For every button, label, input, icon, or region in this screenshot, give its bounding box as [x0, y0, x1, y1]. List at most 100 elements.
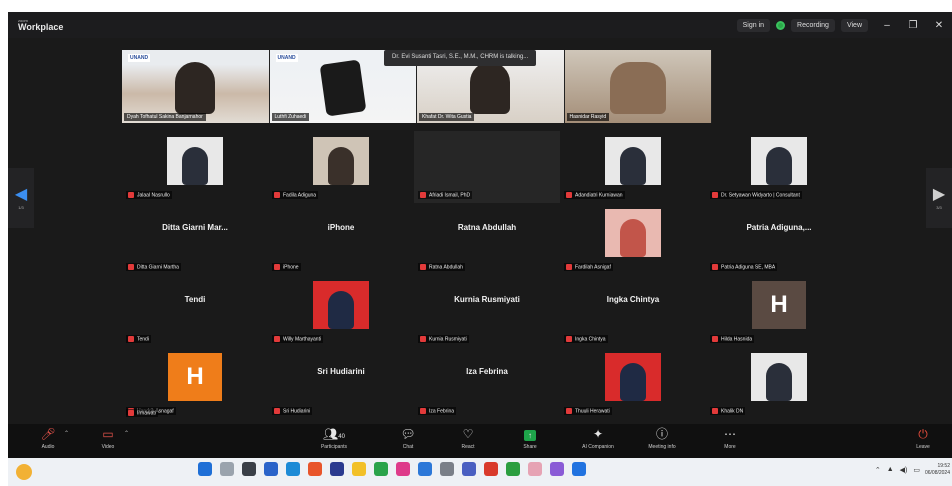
participants-icon: 👥︎40 [323, 427, 345, 441]
minimize-button[interactable]: – [874, 20, 900, 31]
participant-name: Luthfi Zuhaedi [271, 113, 310, 121]
more-button[interactable]: ⋯ More [700, 427, 760, 450]
task-view-icon[interactable] [242, 462, 256, 476]
search-icon[interactable] [220, 462, 234, 476]
participant-tile[interactable]: Ratna Abdullah Ratna Abdullah [414, 203, 560, 275]
app-icon[interactable] [572, 462, 586, 476]
participant-display-name: Ditta Giarni Mar... [162, 223, 228, 232]
recording-indicator[interactable]: Recording [791, 18, 835, 32]
edge-icon[interactable] [286, 462, 300, 476]
participant-tile[interactable]: Afriadi Ismail, PhD [414, 131, 560, 203]
app-icon[interactable] [440, 462, 454, 476]
mic-muted-icon [420, 263, 426, 270]
participant-name-text: Thuuli Herawati [575, 408, 610, 414]
system-clock[interactable]: 19:52 06/08/2024 [925, 463, 950, 477]
participant-tile[interactable]: Ditta Giarni Mar... Ditta Giarni Martha [122, 203, 268, 275]
participant-tile[interactable]: Fardilah Asnigaf [560, 203, 706, 275]
participant-tile[interactable]: Willy Marthayanti [268, 275, 414, 347]
participant-tile[interactable]: iPhone iPhone [268, 203, 414, 275]
participant-tile[interactable]: Fadila Adiguna [268, 131, 414, 203]
participant-tile[interactable]: MIrmawati [122, 408, 268, 473]
share-button[interactable]: ↑ Share [500, 427, 560, 450]
participant-tile[interactable]: Tendi Tendi [122, 275, 268, 347]
mic-muted-icon [274, 335, 280, 342]
participants-button[interactable]: 👥︎40 Participants [304, 427, 364, 450]
participant-name-text: Irmawati [137, 410, 156, 416]
chevron-up-icon[interactable]: ⌃ [124, 430, 129, 437]
participant-tile[interactable]: Kurnia Rusmiyati Kurnia Rusmiyati [414, 275, 560, 347]
participant-name-text: Adandiatri Kurniawan [575, 192, 623, 198]
mic-muted-icon [566, 335, 572, 342]
participant-tile[interactable]: Dr. Setyawan Widyarto | Consultant [706, 131, 852, 203]
mic-muted-icon [420, 191, 426, 198]
participant-name: Thuuli Herawati [564, 406, 612, 415]
meeting-info-button[interactable]: ⓘ Meeting info [632, 427, 692, 450]
participant-tile[interactable]: Sri Hudiarini Sri Hudiarini [268, 347, 414, 419]
video-tile[interactable]: UNAND Dyah Tofhatul Sakina Banjarnahor [122, 50, 270, 123]
network-icon[interactable]: ▲ [887, 466, 894, 474]
volume-icon[interactable]: ◀) [900, 466, 908, 474]
app-icon[interactable] [506, 462, 520, 476]
participant-name: Adandiatri Kurniawan [564, 190, 625, 199]
participants-label: Participants [320, 444, 348, 450]
chevron-up-icon[interactable]: ⌃ [875, 466, 881, 474]
start-icon[interactable] [198, 462, 212, 476]
app-icon[interactable] [330, 462, 344, 476]
file-explorer-icon[interactable] [352, 462, 366, 476]
app-icon[interactable] [308, 462, 322, 476]
mic-muted-icon [712, 263, 718, 270]
participant-name-text: Ingka Chintya [575, 336, 606, 342]
app-icon[interactable] [528, 462, 542, 476]
leave-button[interactable]: ⏻ Leave [900, 427, 946, 450]
participant-tile[interactable]: Thuuli Herawati [560, 347, 706, 419]
zoom-icon[interactable] [418, 462, 432, 476]
participant-name: Irmawati [126, 408, 158, 417]
maximize-button[interactable]: ❐ [900, 20, 926, 31]
participant-tile[interactable]: H Hilda Hasnida [706, 275, 852, 347]
participant-name: Ratna Abdullah [418, 262, 465, 271]
react-icon: ♡ [462, 427, 474, 441]
os-taskbar: ⌃ ▲ ◀) ▭ 19:52 06/08/2024 [8, 458, 952, 486]
participant-tile[interactable]: Patria Adiguna,... Patria Adiguna SE, MBA [706, 203, 852, 275]
participant-name-text: Khalik DN [721, 408, 744, 414]
app-icon[interactable] [396, 462, 410, 476]
system-tray: ⌃ ▲ ◀) ▭ [875, 466, 920, 474]
battery-icon[interactable]: ▭ [913, 466, 920, 474]
participant-tile[interactable]: Jalaal Nasrullo [122, 131, 268, 203]
participant-name-text: Iza Febrina [429, 408, 455, 414]
participant-name: Iza Febrina [418, 406, 457, 415]
react-button[interactable]: ♡ React [438, 427, 498, 450]
video-button[interactable]: ▭ Video ⌃ [78, 427, 138, 450]
participant-video [605, 209, 661, 257]
widgets-icon[interactable] [264, 462, 278, 476]
react-label: React [461, 444, 475, 450]
participant-tile[interactable]: Khalik DN [706, 347, 852, 419]
chrome-icon[interactable] [484, 462, 498, 476]
participant-display-name: Iza Febrina [466, 367, 508, 376]
close-button[interactable]: ✕ [926, 20, 952, 31]
ai-companion-button[interactable]: ✦ AI Companion [568, 427, 628, 450]
participant-name: Tendi [126, 334, 151, 343]
participant-name-text: Fadila Adiguna [283, 192, 317, 198]
teams-icon[interactable] [462, 462, 476, 476]
chat-button[interactable]: 💬︎ Chat [378, 427, 438, 450]
app-icon[interactable] [374, 462, 388, 476]
participant-name-text: Tendi [137, 336, 149, 342]
sparkle-icon: ✦ [592, 427, 604, 441]
avatar: H [752, 281, 806, 329]
sign-in-button[interactable]: Sign in [736, 18, 771, 32]
next-page-button[interactable]: ▶ 3/3 [926, 168, 952, 228]
participant-name: iPhone [272, 262, 301, 271]
previous-page-button[interactable]: ◀ 1/3 [8, 168, 34, 228]
weather-icon[interactable] [16, 464, 32, 480]
participant-name-text: Dr. Setyawan Widyarto | Consultant [721, 192, 800, 198]
participant-video [605, 137, 661, 185]
audio-button[interactable]: 🎤︎ Audio ⌃ [18, 427, 78, 450]
chevron-up-icon[interactable]: ⌃ [64, 430, 69, 437]
participant-tile[interactable]: Ingka Chintya Ingka Chintya [560, 275, 706, 347]
view-button[interactable]: View [840, 18, 868, 32]
app-icon[interactable] [550, 462, 564, 476]
participant-tile[interactable]: Adandiatri Kurniawan [560, 131, 706, 203]
participant-tile[interactable]: Iza Febrina Iza Febrina [414, 347, 560, 419]
video-tile[interactable]: Hasnidar Rasyid [564, 50, 712, 123]
